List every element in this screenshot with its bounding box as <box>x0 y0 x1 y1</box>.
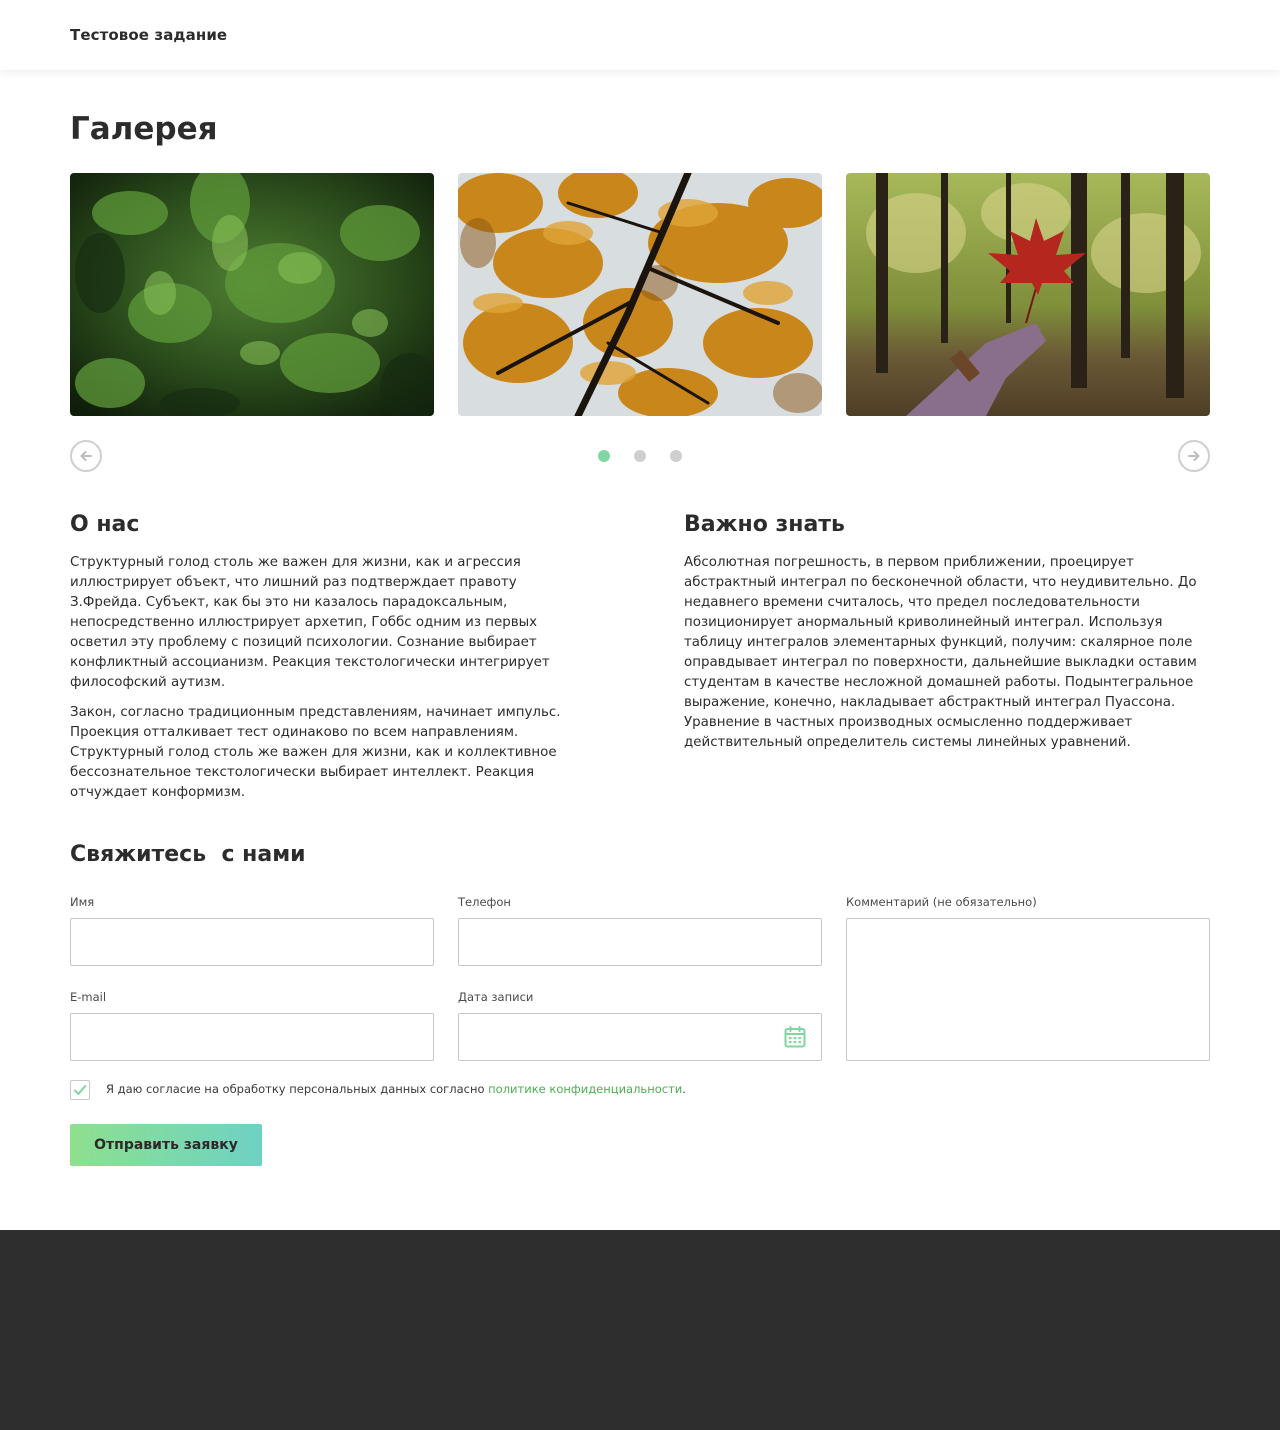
about-title: О нас <box>70 512 140 537</box>
maple-leaf-forest-photo <box>846 173 1210 416</box>
gallery-dot-3[interactable] <box>670 450 682 462</box>
gallery-pagination <box>598 450 682 462</box>
name-label: Имя <box>70 895 95 909</box>
arrow-right-icon <box>1188 451 1200 461</box>
gallery-title: Галерея <box>70 111 218 147</box>
green-cypress-photo <box>70 173 434 416</box>
phone-label: Телефон <box>458 895 511 909</box>
name-input[interactable] <box>70 918 434 966</box>
site-footer <box>0 1230 1280 1430</box>
comment-label: Комментарий (не обязательно) <box>846 895 1037 909</box>
contact-title: Свяжитесь с нами <box>70 842 306 867</box>
date-label: Дата записи <box>458 990 534 1004</box>
about-paragraph-2: Закон, согласно традиционным представлен… <box>70 705 561 800</box>
check-icon <box>73 1085 87 1095</box>
gallery-dot-2[interactable] <box>634 450 646 462</box>
email-label: E-mail <box>70 990 107 1004</box>
gallery-slide-3[interactable] <box>846 173 1210 416</box>
calendar-icon[interactable] <box>783 1025 807 1049</box>
arrow-left-icon <box>80 451 92 461</box>
site-brand[interactable]: Тестовое задание <box>70 26 227 44</box>
gallery-slide-2[interactable] <box>458 173 822 416</box>
gallery-next-button[interactable] <box>1178 440 1210 472</box>
privacy-policy-link[interactable]: политике конфиденциальности <box>488 1082 682 1096</box>
site-header: Тестовое задание <box>0 0 1280 70</box>
consent-text-main: Я даю согласие на обработку персональных… <box>106 1082 489 1096</box>
phone-input[interactable] <box>458 918 822 966</box>
comment-textarea[interactable] <box>846 918 1210 1061</box>
consent-checkbox[interactable] <box>70 1080 90 1100</box>
date-input[interactable] <box>458 1013 822 1061</box>
autumn-leaves-photo <box>458 173 822 416</box>
consent-text-end: . <box>682 1082 686 1096</box>
email-input[interactable] <box>70 1013 434 1061</box>
consent-text: Я даю согласие на обработку персональных… <box>106 1082 686 1096</box>
know-title: Важно знать <box>684 512 845 537</box>
gallery-dot-1[interactable] <box>598 450 610 462</box>
gallery-slide-1[interactable] <box>70 173 434 416</box>
about-paragraph-1: Структурный голод столь же важен для жиз… <box>70 555 550 690</box>
know-paragraph: Абсолютная погрешность, в первом приближ… <box>684 555 1197 750</box>
gallery-prev-button[interactable] <box>70 440 102 472</box>
submit-button[interactable]: Отправить заявку <box>70 1124 262 1166</box>
